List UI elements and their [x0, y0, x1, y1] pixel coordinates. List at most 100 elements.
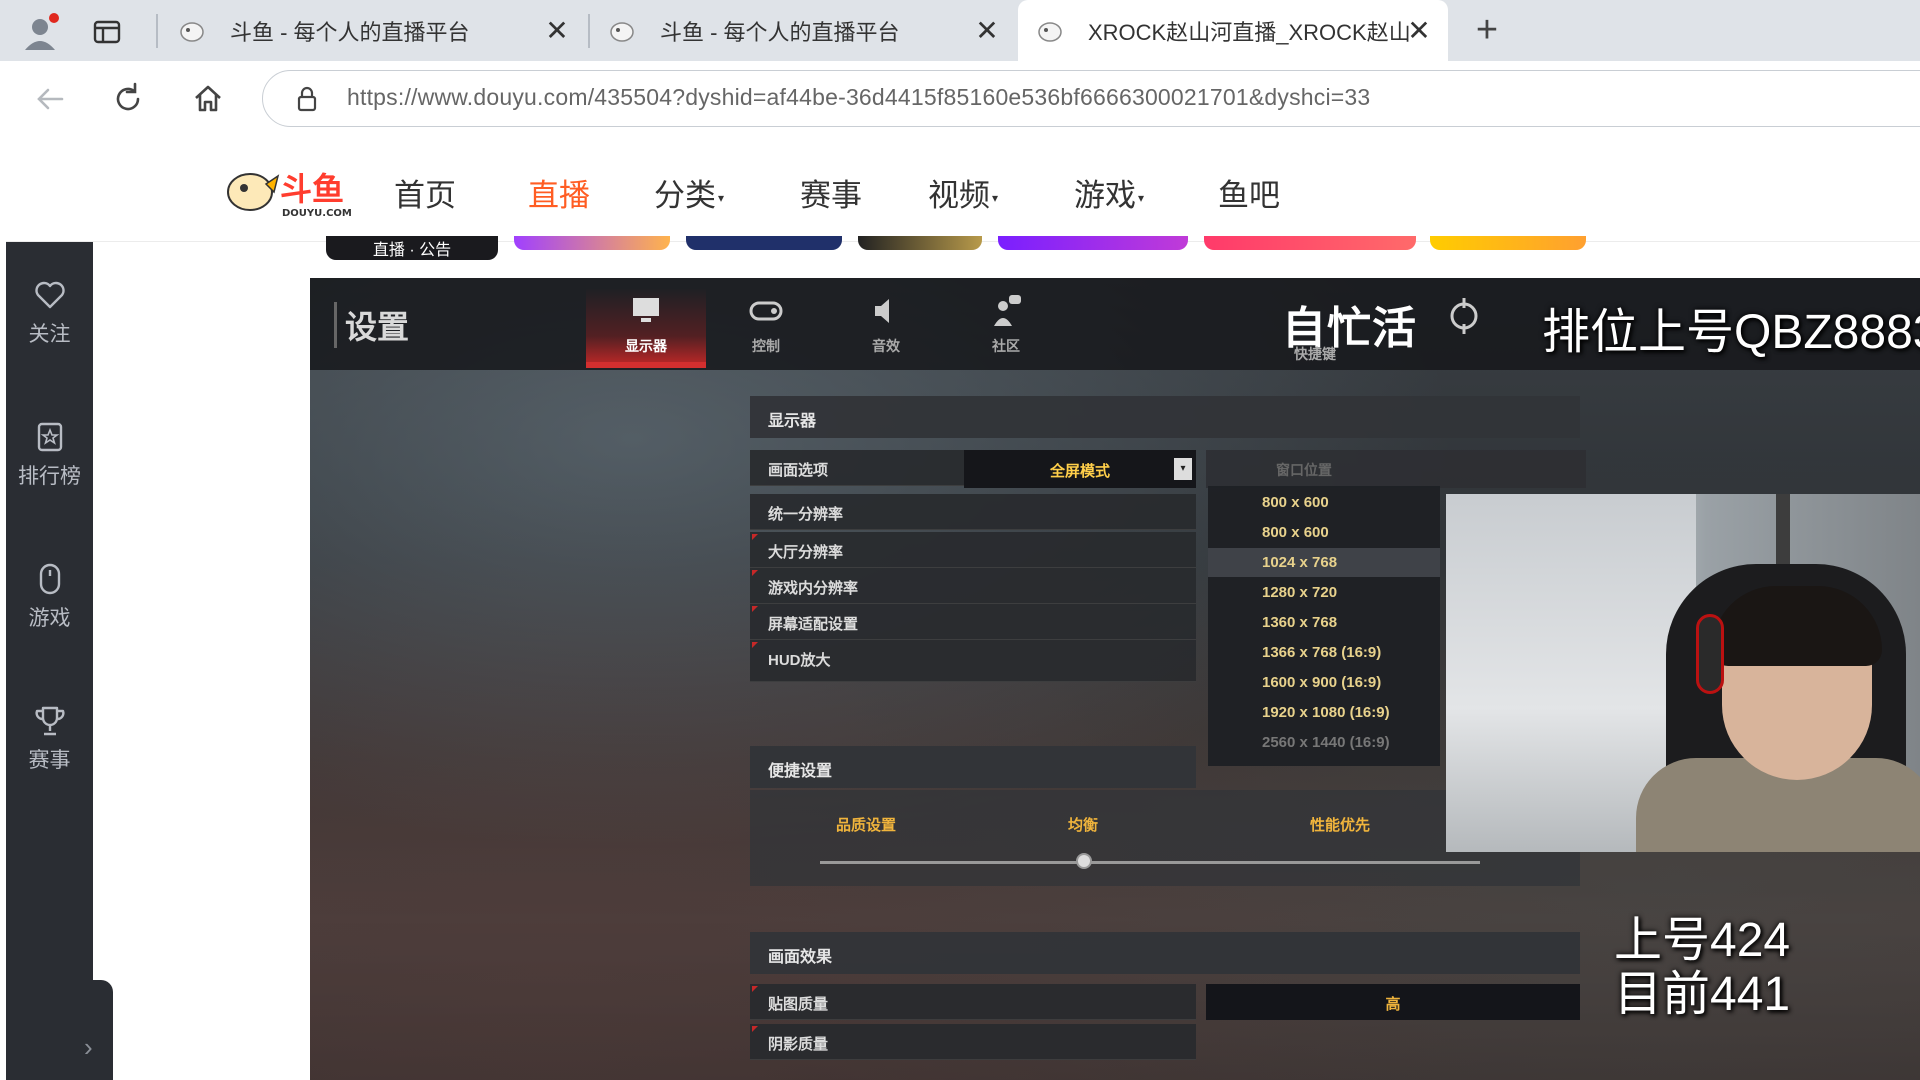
chevron-right-icon[interactable]: › [84, 1032, 93, 1063]
profile-avatar-icon[interactable] [20, 12, 60, 52]
webcam-streamer-hair [1712, 586, 1882, 666]
promo-pill[interactable] [998, 236, 1188, 250]
sidebar-item-follow[interactable]: 关注 [6, 278, 93, 348]
reload-icon[interactable] [108, 79, 148, 119]
resolution-option: 1360 x 768 [1262, 614, 1338, 631]
setting-row: 阴影质量 [750, 1024, 1196, 1060]
home-icon[interactable] [188, 79, 228, 119]
tab-close-icon[interactable]: ✕ [1404, 16, 1434, 46]
nav-label: 分类 [654, 178, 716, 213]
quality-slider-track [820, 861, 1480, 864]
display-mode-select: 全屏模式 ▾ [964, 450, 1196, 488]
new-tab-button[interactable]: + [1468, 11, 1506, 50]
tab-xrock-active[interactable]: XROCK赵山河直播_XROCK赵山河 ✕ [1018, 0, 1448, 61]
sidebar-item-label: 关注 [28, 323, 71, 346]
promo-pill[interactable] [1204, 236, 1416, 250]
game-tab-label: 社区 [992, 338, 1020, 354]
tab-douyu-2[interactable]: 斗鱼 - 每个人的直播平台 ✕ [590, 0, 1016, 61]
tab-close-icon[interactable]: ✕ [972, 16, 1002, 46]
browser-tab-bar: 斗鱼 - 每个人的直播平台 ✕ 斗鱼 - 每个人的直播平台 ✕ XROCK赵山河… [0, 0, 1920, 61]
resolution-dropdown: 800 x 600 800 x 600 1024 x 768 1280 x 72… [1208, 486, 1440, 766]
setting-row: HUD放大 [750, 640, 1196, 682]
nav-games[interactable]: 游戏 ▾ [1074, 170, 1144, 215]
game-tab-sound: 音效 [826, 288, 946, 368]
setting-label: 统一分辨率 [768, 506, 844, 523]
nav-label: 鱼吧 [1218, 178, 1280, 213]
douyu-favicon-icon [610, 21, 634, 42]
room-notice-label: 直播 · 公告 [372, 242, 452, 259]
sidebar-item-games[interactable]: 游戏 [6, 562, 93, 632]
live-video-player[interactable]: 设置 显示器 控制 音效 社区 自忙活 快捷键 显示器 画面选项 全屏模式 ▾ 窗… [310, 278, 1920, 1080]
tab-douyu-1[interactable]: 斗鱼 - 每个人的直播平台 ✕ [160, 0, 586, 61]
webcam-headset [1696, 614, 1724, 694]
lock-icon[interactable] [293, 85, 321, 113]
display-section-header: 显示器 [750, 396, 1580, 438]
game-tab-label: 音效 [872, 338, 900, 354]
sidebar-collapse-tab[interactable]: › [6, 980, 113, 1080]
nav-video[interactable]: 视频 ▾ [928, 170, 998, 215]
game-tab-label: 显示器 [625, 338, 667, 354]
nav-label: 游戏 [1074, 178, 1136, 213]
resolution-option: 800 x 600 [1262, 494, 1329, 511]
setting-label: 贴图质量 [768, 996, 829, 1013]
room-notice-chip[interactable]: 直播 · 公告 [326, 236, 498, 260]
url-text[interactable]: https://www.douyu.com/435504?dyshid=af44… [347, 84, 1370, 111]
red-corner-mark [752, 570, 758, 576]
nav-label: 视频 [928, 178, 990, 213]
setting-label: HUD放大 [768, 652, 831, 669]
back-arrow-icon[interactable] [30, 79, 70, 119]
convenient-section-header: 便捷设置 [750, 746, 1196, 788]
nav-fishbar[interactable]: 鱼吧 [1218, 170, 1280, 215]
texture-quality-value: 高 [1206, 984, 1580, 1020]
setting-label: 屏幕适配设置 [768, 616, 859, 633]
promo-pill[interactable] [1430, 236, 1586, 250]
tab-title: 斗鱼 - 每个人的直播平台 [660, 19, 900, 45]
nav-esports[interactable]: 赛事 [800, 170, 862, 215]
caret-down-icon: ▾ [718, 190, 725, 205]
setting-row: 贴图质量 [750, 984, 1196, 1020]
left-sidebar: 关注 排行榜 游戏 赛事 [6, 242, 93, 1080]
game-tab-label: 快捷键 [1294, 346, 1336, 362]
setting-row: 统一分辨率 [750, 494, 1196, 530]
nav-category[interactable]: 分类 ▾ [654, 170, 724, 215]
red-corner-mark [752, 642, 758, 648]
douyu-page: 斗鱼 DOUYU.COM 首页 直播 分类 ▾ 赛事 视频 ▾ 游戏 ▾ 鱼吧 关注 … [6, 136, 1920, 1080]
resolution-option: 1280 x 720 [1262, 584, 1338, 601]
sidebar-item-ranking[interactable]: 排行榜 [6, 420, 93, 490]
speaker-icon [875, 299, 889, 323]
logo-wordmark: 斗鱼 [280, 170, 344, 208]
resolution-option: 1366 x 768 (16:9) [1262, 644, 1382, 661]
douyu-logo[interactable]: 斗鱼 DOUYU.COM [222, 162, 362, 220]
resolution-option: 2560 x 1440 (16:9) [1262, 734, 1390, 751]
promo-pill[interactable] [858, 236, 982, 250]
promo-pill[interactable] [686, 236, 842, 250]
url-field[interactable]: https://www.douyu.com/435504?dyshid=af44… [262, 70, 1920, 127]
trophy-icon [34, 706, 65, 736]
setting-row: 画面选项 [750, 450, 964, 486]
setting-row: 屏幕适配设置 [750, 604, 1196, 640]
sidebar-item-esports[interactable]: 赛事 [6, 704, 93, 774]
tab-separator [156, 14, 158, 48]
setting-label: 画面选项 [768, 462, 829, 479]
address-bar-row: https://www.douyu.com/435504?dyshid=af44… [0, 61, 1920, 136]
game-tab-display: 显示器 [586, 288, 706, 368]
nav-label: 赛事 [800, 178, 862, 213]
resolution-option: 800 x 600 [1262, 524, 1329, 541]
resolution-option-highlighted: 1024 x 768 [1208, 548, 1440, 577]
nav-live[interactable]: 直播 [528, 170, 590, 215]
quality-slider-knob [1076, 853, 1092, 869]
streamer-webcam [1446, 494, 1920, 852]
tab-close-icon[interactable]: ✕ [542, 16, 572, 46]
red-corner-mark [752, 986, 758, 992]
controller-icon [749, 301, 783, 321]
setting-row: 大厅分辨率 [750, 532, 1196, 568]
tab-actions-icon[interactable] [92, 17, 122, 47]
stream-overlay-top-text: 排位上号QBZ8883 [1542, 306, 1920, 359]
promo-pill[interactable] [514, 236, 670, 250]
sidebar-item-label: 赛事 [28, 749, 71, 772]
select-value: 全屏模式 [1049, 463, 1110, 480]
nav-home[interactable]: 首页 [394, 170, 456, 215]
gamepad-icon [39, 563, 60, 595]
sidebar-item-label: 游戏 [28, 607, 71, 630]
caret-down-icon: ▾ [1138, 190, 1145, 205]
